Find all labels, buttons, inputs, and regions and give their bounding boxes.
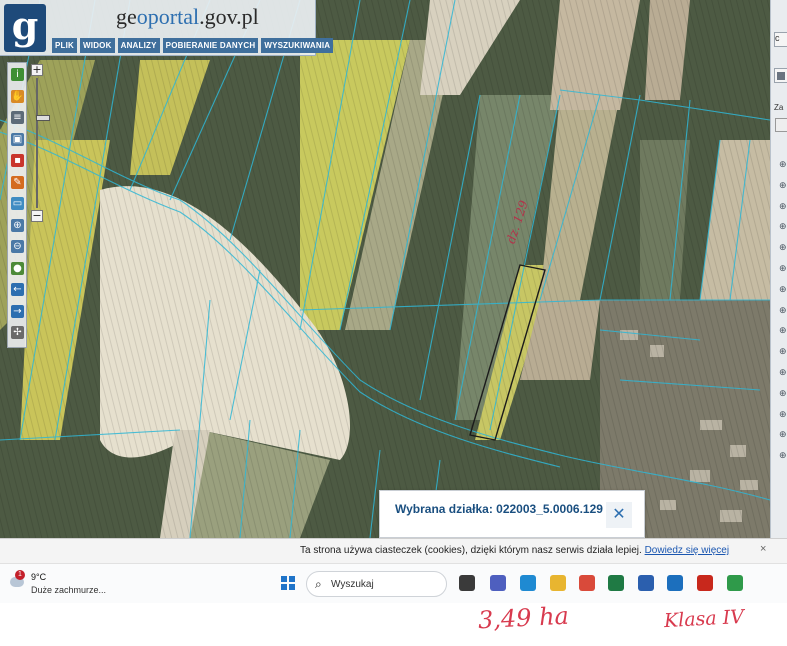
green-app-icon[interactable] bbox=[727, 575, 743, 591]
hand-pan-icon[interactable]: ✋ bbox=[11, 89, 24, 103]
file-explorer-icon[interactable] bbox=[550, 575, 566, 591]
zoom-out-button[interactable]: − bbox=[31, 210, 43, 222]
layer-expand-icon[interactable]: ⊕ bbox=[779, 202, 787, 212]
cookie-message: Ta strona używa ciasteczek (cookies), dz… bbox=[300, 545, 729, 556]
zoom-knob[interactable] bbox=[36, 115, 50, 121]
weather-description[interactable]: Duże zachmurze... bbox=[31, 585, 106, 595]
layers-panel: c Za ⊕ ⊕ ⊕ ⊕ ⊕ ⊕ ⊕ ⊕ ⊕ ⊕ ⊕ ⊕ ⊕ ⊕ ⊕ bbox=[770, 0, 787, 538]
layer-expand-icon[interactable]: ⊕ bbox=[779, 389, 787, 399]
layer-expand-icon[interactable]: ⊕ bbox=[779, 285, 787, 295]
main-menu: PLIK WIDOK ANALIZY POBIERANIE DANYCH WYSZUKI… bbox=[52, 38, 334, 53]
info-icon[interactable]: i bbox=[11, 68, 24, 81]
search-icon: ⌕ bbox=[315, 577, 322, 591]
arrow-left-icon[interactable]: ← bbox=[11, 283, 24, 296]
notification-badge: 1 bbox=[15, 570, 25, 580]
arrow-right-icon[interactable]: → bbox=[11, 304, 24, 318]
site-title-suffix: .gov.pl bbox=[199, 4, 259, 29]
chrome-icon[interactable] bbox=[579, 575, 595, 591]
task-view-icon[interactable] bbox=[459, 575, 475, 591]
menu-item[interactable]: ANALIZY bbox=[117, 38, 160, 53]
selected-parcel-label: Wybrana działka: 022003_5.0006.129 bbox=[395, 502, 603, 516]
layer-expand-icon[interactable]: ⊕ bbox=[779, 368, 787, 378]
teams-icon[interactable] bbox=[490, 575, 506, 591]
cookie-text: Ta strona używa ciasteczek (cookies), dz… bbox=[300, 545, 642, 556]
layer-expand-icon[interactable]: ⊕ bbox=[779, 451, 787, 461]
search-placeholder: Wyszukaj bbox=[331, 579, 374, 590]
layer-expand-icon[interactable]: ⊕ bbox=[779, 264, 787, 274]
taskbar-search[interactable]: ⌕ Wyszukaj bbox=[306, 571, 447, 597]
layer-expand-icon[interactable]: ⊕ bbox=[779, 222, 787, 232]
cookie-more-link[interactable]: Dowiedz się więcej bbox=[645, 545, 729, 556]
site-title-prefix: ge bbox=[116, 4, 137, 29]
word-icon[interactable] bbox=[638, 575, 654, 591]
geoportal-logo[interactable]: g bbox=[4, 4, 46, 52]
menu-item[interactable]: WYSZUKIWANIA bbox=[261, 38, 334, 53]
measure-icon[interactable]: ▭ bbox=[11, 197, 24, 210]
map-toolbar: i ✋ ≡ ▣ ▪ ✎ ▭ ⊕ ⊖ ● ← → ✢ bbox=[7, 62, 27, 348]
menu-item[interactable]: PLIK bbox=[52, 38, 78, 53]
edge-icon[interactable] bbox=[520, 575, 536, 591]
parcel-popup: Wybrana działka: 022003_5.0006.129 ✕ bbox=[379, 490, 645, 538]
zoom-rail[interactable] bbox=[36, 78, 50, 208]
site-title: geoportal.gov.pl bbox=[116, 4, 259, 30]
map-canvas[interactable]: dz. 129 bbox=[0, 0, 770, 538]
layer-expand-icon[interactable]: ⊕ bbox=[779, 306, 787, 316]
layer-expand-icon[interactable]: ⊕ bbox=[779, 326, 787, 336]
handwritten-soil-class: Klasa IV bbox=[663, 605, 745, 633]
panel-tab-button[interactable]: c bbox=[774, 32, 787, 47]
panel-section-label: Za bbox=[774, 103, 784, 112]
menu-item[interactable]: POBIERANIE DANYCH bbox=[162, 38, 259, 53]
select-region-icon[interactable]: ▪ bbox=[11, 154, 24, 167]
cookie-bar: Ta strona używa ciasteczek (cookies), dz… bbox=[0, 538, 787, 563]
windows-start-icon[interactable] bbox=[281, 576, 295, 590]
zoom-in-icon[interactable]: ⊕ bbox=[11, 218, 24, 232]
layer-expand-icon[interactable]: ⊕ bbox=[779, 410, 787, 420]
screenshot: dz. 129 c Za ⊕ ⊕ ⊕ ⊕ ⊕ ⊕ ⊕ ⊕ ⊕ ⊕ ⊕ ⊕ ⊕ ⊕ ⊕ g geoportal… bbox=[0, 0, 787, 646]
weather-temperature[interactable]: 9°C bbox=[31, 572, 46, 582]
monitor-icon[interactable]: ▣ bbox=[11, 132, 24, 146]
printout-margin: 3,49 ha Klasa IV bbox=[0, 601, 787, 646]
cookie-close-icon[interactable]: × bbox=[760, 543, 766, 555]
zoom-out-icon[interactable]: ⊖ bbox=[11, 240, 24, 253]
document-icon[interactable]: ≡ bbox=[11, 111, 24, 124]
panel-checkbox[interactable] bbox=[775, 118, 787, 132]
site-title-accent: oportal bbox=[136, 4, 200, 29]
layer-expand-icon[interactable]: ⊕ bbox=[779, 347, 787, 357]
handwritten-area: 3,49 ha bbox=[477, 601, 570, 635]
aerial-map bbox=[0, 0, 770, 538]
crosshair-icon[interactable]: ✢ bbox=[11, 326, 24, 339]
print-icon[interactable] bbox=[774, 68, 787, 83]
popup-close-button[interactable]: ✕ bbox=[606, 502, 632, 528]
layer-expand-icon[interactable]: ⊕ bbox=[779, 181, 787, 191]
layer-expand-icon[interactable]: ⊕ bbox=[779, 160, 787, 170]
layer-expand-icon[interactable]: ⊕ bbox=[779, 243, 787, 253]
globe-icon[interactable]: ● bbox=[11, 261, 24, 275]
layer-expand-icon[interactable]: ⊕ bbox=[779, 430, 787, 440]
app-header: g geoportal.gov.pl PLIK WIDOK ANALIZY POBIE… bbox=[0, 0, 334, 56]
menu-item[interactable]: WIDOK bbox=[80, 38, 115, 53]
outlook-icon[interactable] bbox=[667, 575, 683, 591]
zoom-slider[interactable]: + − bbox=[31, 64, 50, 222]
zoom-in-button[interactable]: + bbox=[31, 64, 43, 76]
windows-taskbar: 1 9°C Duże zachmurze... ⌕ Wyszukaj bbox=[0, 563, 787, 603]
acrobat-icon[interactable] bbox=[697, 575, 713, 591]
excel-icon[interactable] bbox=[608, 575, 624, 591]
pencil-icon[interactable]: ✎ bbox=[11, 175, 24, 189]
